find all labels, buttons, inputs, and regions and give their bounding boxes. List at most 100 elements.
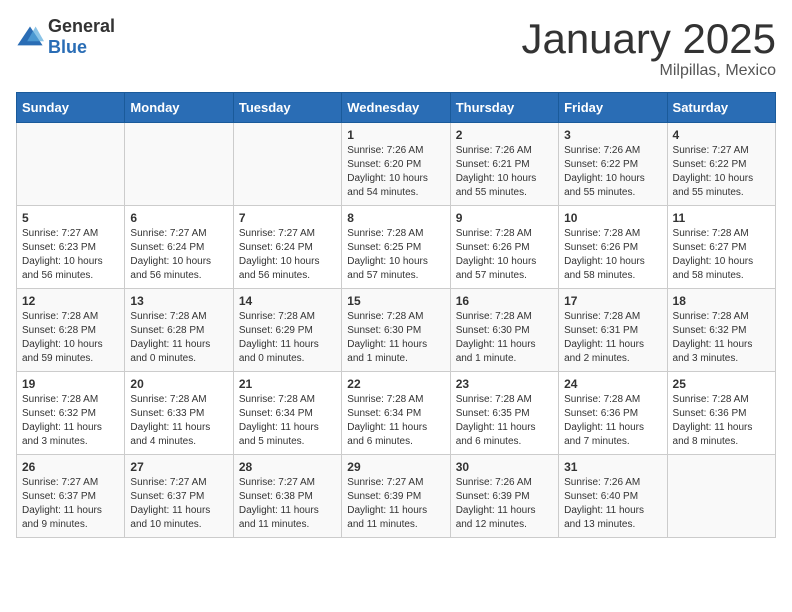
day-info-22: Sunrise: 7:28 AM Sunset: 6:34 PM Dayligh… xyxy=(347,393,444,449)
day-cell-3: 3 Sunrise: 7:26 AM Sunset: 6:22 PM Daylig… xyxy=(559,123,667,206)
day-number-29: 29 xyxy=(347,460,444,474)
day-number-25: 25 xyxy=(673,377,770,391)
day-info-29: Sunrise: 7:27 AM Sunset: 6:39 PM Dayligh… xyxy=(347,476,444,532)
day-number-19: 19 xyxy=(22,377,119,391)
day-number-30: 30 xyxy=(456,460,553,474)
weekday-header-friday: Friday xyxy=(559,93,667,123)
weekday-header-tuesday: Tuesday xyxy=(233,93,341,123)
day-number-7: 7 xyxy=(239,211,336,225)
day-cell-11: 11Sunrise: 7:28 AM Sunset: 6:27 PM Dayli… xyxy=(667,206,775,289)
day-cell-8: 8 Sunrise: 7:28 AM Sunset: 6:25 PM Daylig… xyxy=(342,206,450,289)
day-info-19: Sunrise: 7:28 AM Sunset: 6:32 PM Dayligh… xyxy=(22,393,119,449)
day-cell-31: 31Sunrise: 7:26 AM Sunset: 6:40 PM Dayli… xyxy=(559,455,667,538)
day-info-5: Sunrise: 7:27 AM Sunset: 6:23 PM Dayligh… xyxy=(22,227,119,283)
day-info-10: Sunrise: 7:28 AM Sunset: 6:26 PM Dayligh… xyxy=(564,227,661,283)
day-info-16: Sunrise: 7:28 AM Sunset: 6:30 PM Dayligh… xyxy=(456,310,553,366)
day-cell-30: 30 Sunrise: 7:26 AM Sunset: 6:39 PM Dayli… xyxy=(450,455,558,538)
day-cell-24: 24Sunrise: 7:28 AM Sunset: 6:36 PM Dayli… xyxy=(559,372,667,455)
day-cell-29: 29 Sunrise: 7:27 AM Sunset: 6:39 PM Dayli… xyxy=(342,455,450,538)
day-number-18: 18 xyxy=(673,294,770,308)
logo-blue-text: Blue xyxy=(48,37,87,57)
day-number-27: 27 xyxy=(130,460,227,474)
day-number-6: 6 xyxy=(130,211,227,225)
day-cell-25: 25Sunrise: 7:28 AM Sunset: 6:36 PM Dayli… xyxy=(667,372,775,455)
day-info-15: Sunrise: 7:28 AM Sunset: 6:30 PM Dayligh… xyxy=(347,310,444,366)
day-cell-12: 12 Sunrise: 7:28 AM Sunset: 6:28 PM Dayli… xyxy=(17,289,125,372)
day-cell-21: 21 Sunrise: 7:28 AM Sunset: 6:34 PM Dayli… xyxy=(233,372,341,455)
day-cell-17: 17 Sunrise: 7:28 AM Sunset: 6:31 PM Dayli… xyxy=(559,289,667,372)
day-cell-7: 7 Sunrise: 7:27 AM Sunset: 6:24 PM Daylig… xyxy=(233,206,341,289)
day-number-16: 16 xyxy=(456,294,553,308)
day-number-21: 21 xyxy=(239,377,336,391)
day-info-3: Sunrise: 7:26 AM Sunset: 6:22 PM Dayligh… xyxy=(564,144,661,200)
calendar-table: SundayMondayTuesdayWednesdayThursdayFrid… xyxy=(16,92,776,538)
day-info-13: Sunrise: 7:28 AM Sunset: 6:28 PM Dayligh… xyxy=(130,310,227,366)
day-cell-26: 26Sunrise: 7:27 AM Sunset: 6:37 PM Dayli… xyxy=(17,455,125,538)
day-number-31: 31 xyxy=(564,460,661,474)
day-info-9: Sunrise: 7:28 AM Sunset: 6:26 PM Dayligh… xyxy=(456,227,553,283)
day-number-2: 2 xyxy=(456,128,553,142)
day-info-28: Sunrise: 7:27 AM Sunset: 6:38 PM Dayligh… xyxy=(239,476,336,532)
day-info-6: Sunrise: 7:27 AM Sunset: 6:24 PM Dayligh… xyxy=(130,227,227,283)
day-number-12: 12 xyxy=(22,294,119,308)
weekday-header-wednesday: Wednesday xyxy=(342,93,450,123)
weekday-header-row: SundayMondayTuesdayWednesdayThursdayFrid… xyxy=(17,93,776,123)
empty-cell xyxy=(125,123,233,206)
day-number-10: 10 xyxy=(564,211,661,225)
day-cell-28: 28 Sunrise: 7:27 AM Sunset: 6:38 PM Dayli… xyxy=(233,455,341,538)
day-info-2: Sunrise: 7:26 AM Sunset: 6:21 PM Dayligh… xyxy=(456,144,553,200)
title-block: January 2025 Milpillas, Mexico xyxy=(521,16,776,80)
day-cell-4: 4 Sunrise: 7:27 AM Sunset: 6:22 PM Daylig… xyxy=(667,123,775,206)
weekday-header-saturday: Saturday xyxy=(667,93,775,123)
calendar-subtitle: Milpillas, Mexico xyxy=(521,62,776,80)
day-cell-9: 9 Sunrise: 7:28 AM Sunset: 6:26 PM Daylig… xyxy=(450,206,558,289)
week-row-1: 1Sunrise: 7:26 AM Sunset: 6:20 PM Daylig… xyxy=(17,123,776,206)
day-number-1: 1 xyxy=(347,128,444,142)
day-info-8: Sunrise: 7:28 AM Sunset: 6:25 PM Dayligh… xyxy=(347,227,444,283)
day-info-24: Sunrise: 7:28 AM Sunset: 6:36 PM Dayligh… xyxy=(564,393,661,449)
weekday-header-sunday: Sunday xyxy=(17,93,125,123)
page-header: General Blue January 2025 Milpillas, Mex… xyxy=(16,16,776,80)
day-number-5: 5 xyxy=(22,211,119,225)
day-info-14: Sunrise: 7:28 AM Sunset: 6:29 PM Dayligh… xyxy=(239,310,336,366)
day-info-7: Sunrise: 7:27 AM Sunset: 6:24 PM Dayligh… xyxy=(239,227,336,283)
day-info-21: Sunrise: 7:28 AM Sunset: 6:34 PM Dayligh… xyxy=(239,393,336,449)
day-info-4: Sunrise: 7:27 AM Sunset: 6:22 PM Dayligh… xyxy=(673,144,770,200)
day-info-11: Sunrise: 7:28 AM Sunset: 6:27 PM Dayligh… xyxy=(673,227,770,283)
day-number-20: 20 xyxy=(130,377,227,391)
day-info-18: Sunrise: 7:28 AM Sunset: 6:32 PM Dayligh… xyxy=(673,310,770,366)
day-cell-6: 6 Sunrise: 7:27 AM Sunset: 6:24 PM Daylig… xyxy=(125,206,233,289)
day-info-30: Sunrise: 7:26 AM Sunset: 6:39 PM Dayligh… xyxy=(456,476,553,532)
day-info-17: Sunrise: 7:28 AM Sunset: 6:31 PM Dayligh… xyxy=(564,310,661,366)
day-cell-23: 23Sunrise: 7:28 AM Sunset: 6:35 PM Dayli… xyxy=(450,372,558,455)
day-number-15: 15 xyxy=(347,294,444,308)
calendar-title: January 2025 xyxy=(521,16,776,62)
day-cell-15: 15 Sunrise: 7:28 AM Sunset: 6:30 PM Dayli… xyxy=(342,289,450,372)
day-cell-18: 18 Sunrise: 7:28 AM Sunset: 6:32 PM Dayli… xyxy=(667,289,775,372)
day-cell-27: 27Sunrise: 7:27 AM Sunset: 6:37 PM Dayli… xyxy=(125,455,233,538)
day-cell-10: 10 Sunrise: 7:28 AM Sunset: 6:26 PM Dayli… xyxy=(559,206,667,289)
day-cell-20: 20 Sunrise: 7:28 AM Sunset: 6:33 PM Dayli… xyxy=(125,372,233,455)
logo-general-text: General xyxy=(48,16,115,36)
day-info-20: Sunrise: 7:28 AM Sunset: 6:33 PM Dayligh… xyxy=(130,393,227,449)
day-number-8: 8 xyxy=(347,211,444,225)
day-number-17: 17 xyxy=(564,294,661,308)
week-row-2: 5 Sunrise: 7:27 AM Sunset: 6:23 PM Daylig… xyxy=(17,206,776,289)
day-number-28: 28 xyxy=(239,460,336,474)
day-cell-16: 16 Sunrise: 7:28 AM Sunset: 6:30 PM Dayli… xyxy=(450,289,558,372)
day-number-26: 26 xyxy=(22,460,119,474)
weekday-header-thursday: Thursday xyxy=(450,93,558,123)
day-number-3: 3 xyxy=(564,128,661,142)
logo-icon xyxy=(16,23,44,51)
day-number-4: 4 xyxy=(673,128,770,142)
day-cell-1: 1Sunrise: 7:26 AM Sunset: 6:20 PM Daylig… xyxy=(342,123,450,206)
day-info-12: Sunrise: 7:28 AM Sunset: 6:28 PM Dayligh… xyxy=(22,310,119,366)
day-number-13: 13 xyxy=(130,294,227,308)
empty-cell xyxy=(17,123,125,206)
week-row-5: 26Sunrise: 7:27 AM Sunset: 6:37 PM Dayli… xyxy=(17,455,776,538)
day-cell-22: 22 Sunrise: 7:28 AM Sunset: 6:34 PM Dayli… xyxy=(342,372,450,455)
day-number-9: 9 xyxy=(456,211,553,225)
day-cell-5: 5 Sunrise: 7:27 AM Sunset: 6:23 PM Daylig… xyxy=(17,206,125,289)
week-row-4: 19 Sunrise: 7:28 AM Sunset: 6:32 PM Dayli… xyxy=(17,372,776,455)
day-number-22: 22 xyxy=(347,377,444,391)
